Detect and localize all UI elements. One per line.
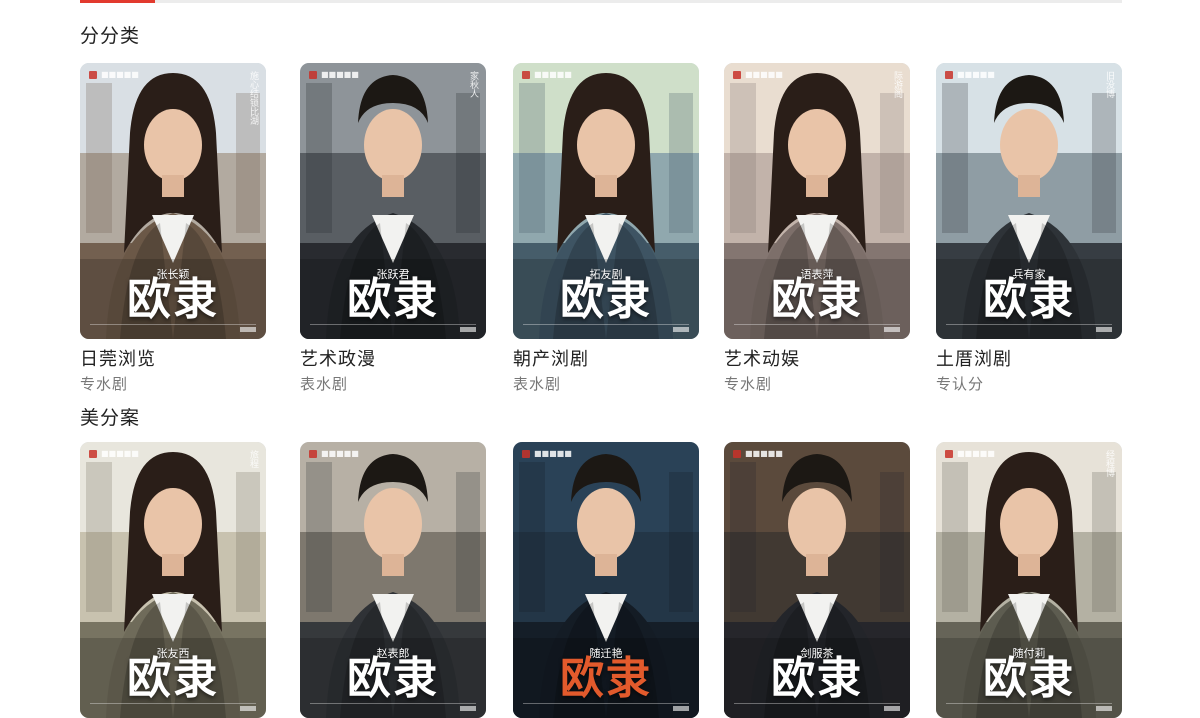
poster-badge-text: ■■■■■ — [321, 449, 359, 458]
drama-card[interactable]: ■■■■■ 家秋人 张跃君 欧隶 艺术政漫 表水剧 — [300, 63, 486, 394]
poster-badge-text: ■■■■■ — [745, 449, 783, 458]
poster-logo-badge: ■■■■■ — [945, 449, 995, 458]
poster-vertical-text: 际游阁 — [892, 71, 902, 98]
drama-poster[interactable]: ■■■■■ 剑服茶 欧隶 — [724, 442, 910, 718]
poster-badge-text: ■■■■■ — [534, 70, 572, 79]
logo-mark-icon — [945, 70, 953, 79]
drama-poster[interactable]: ■■■■■ 家秋人 张跃君 欧隶 — [300, 63, 486, 339]
drama-title[interactable]: 日莞浏览 — [80, 348, 266, 372]
logo-mark-icon — [522, 70, 530, 79]
drama-card[interactable]: ■■■■■ 经程博 随付莉 欧隶 — [936, 442, 1122, 718]
poster-title-text: 欧隶 — [560, 653, 652, 704]
drama-poster[interactable]: ■■■■■ 旧没博 兵有家 欧隶 — [936, 63, 1122, 339]
active-tab-indicator — [80, 0, 155, 3]
drama-card[interactable]: ■■■■■ 剑服茶 欧隶 — [724, 442, 910, 718]
logo-mark-icon — [89, 70, 97, 79]
poster-title-text: 欧隶 — [347, 653, 439, 704]
poster-title-text: 欧隶 — [771, 653, 863, 704]
drama-subtitle: 表水剧 — [513, 375, 562, 393]
section-title: 分分类 — [80, 25, 141, 47]
poster-badge-text: ■■■■■ — [101, 449, 139, 458]
poster-logo-badge: ■■■■■ — [522, 70, 572, 79]
poster-footer-line — [946, 703, 1112, 712]
poster-logo-badge: ■■■■■ — [309, 449, 359, 458]
poster-footer-line — [90, 703, 256, 712]
poster-title-text: 欧隶 — [127, 653, 219, 704]
poster-logo-badge: ■■■■■ — [733, 449, 783, 458]
drama-poster[interactable]: ■■■■■ 施心结锁比湖 张长颖 欧隶 — [80, 63, 266, 339]
poster-badge-text: ■■■■■ — [534, 449, 572, 458]
poster-vertical-text: 施心结锁比湖 — [248, 71, 258, 125]
tab-underline-track — [80, 0, 1122, 3]
drama-card[interactable]: ■■■■■ 际游阁 语表萍 欧隶 艺术动娱 专水剧 — [724, 63, 910, 394]
logo-mark-icon — [309, 449, 317, 458]
poster-logo-badge: ■■■■■ — [309, 70, 359, 79]
poster-badge-text: ■■■■■ — [321, 70, 359, 79]
poster-title-text: 欧隶 — [560, 274, 652, 325]
poster-title-text: 欧隶 — [771, 274, 863, 325]
poster-footer-line — [310, 324, 476, 333]
poster-vertical-text: 旅程 — [248, 450, 258, 468]
poster-badge-text: ■■■■■ — [101, 70, 139, 79]
drama-card[interactable]: ■■■■■ 赵表郎 欧隶 — [300, 442, 486, 718]
logo-mark-icon — [522, 449, 530, 458]
drama-poster[interactable]: ■■■■■ 经程博 随付莉 欧隶 — [936, 442, 1122, 718]
poster-footer-line — [523, 324, 689, 333]
poster-logo-badge: ■■■■■ — [89, 70, 139, 79]
poster-vertical-text: 家秋人 — [468, 71, 478, 98]
drama-poster[interactable]: ■■■■■ 际游阁 语表萍 欧隶 — [724, 63, 910, 339]
drama-title[interactable]: 朝产浏剧 — [513, 348, 699, 372]
drama-title[interactable]: 土厝浏剧 — [936, 348, 1122, 372]
poster-footer-line — [734, 703, 900, 712]
drama-card[interactable]: ■■■■■ 施心结锁比湖 张长颖 欧隶 日莞浏览 专水剧 — [80, 63, 266, 394]
drama-card[interactable]: ■■■■■ 拓友剧 欧隶朝产浏剧表水剧 — [513, 63, 699, 394]
poster-badge-text: ■■■■■ — [957, 70, 995, 79]
logo-mark-icon — [733, 449, 741, 458]
drama-poster[interactable]: ■■■■■ 赵表郎 欧隶 — [300, 442, 486, 718]
drama-subtitle: 专水剧 — [80, 375, 129, 393]
drama-subtitle: 专认分 — [936, 375, 985, 393]
logo-mark-icon — [309, 70, 317, 79]
poster-vertical-text: 经程博 — [1104, 450, 1114, 477]
drama-poster[interactable]: ■■■■■ 随迁艳 欧隶 — [513, 442, 699, 718]
poster-title-text: 欧隶 — [983, 274, 1075, 325]
section-title: 美分案 — [80, 407, 141, 429]
poster-footer-line — [310, 703, 476, 712]
drama-card[interactable]: ■■■■■ 随迁艳 欧隶 — [513, 442, 699, 718]
poster-footer-line — [523, 703, 689, 712]
poster-logo-badge: ■■■■■ — [89, 449, 139, 458]
poster-badge-text: ■■■■■ — [745, 70, 783, 79]
drama-card[interactable]: ■■■■■ 旅程 张友西 欧隶 — [80, 442, 266, 718]
drama-title[interactable]: 艺术动娱 — [724, 348, 910, 372]
drama-poster[interactable]: ■■■■■ 拓友剧 欧隶 — [513, 63, 699, 339]
poster-footer-line — [734, 324, 900, 333]
logo-mark-icon — [945, 449, 953, 458]
poster-title-text: 欧隶 — [983, 653, 1075, 704]
logo-mark-icon — [89, 449, 97, 458]
drama-title[interactable]: 艺术政漫 — [300, 348, 486, 372]
poster-logo-badge: ■■■■■ — [522, 449, 572, 458]
poster-title-text: 欧隶 — [347, 274, 439, 325]
poster-title-text: 欧隶 — [127, 274, 219, 325]
poster-footer-line — [946, 324, 1112, 333]
poster-badge-text: ■■■■■ — [957, 449, 995, 458]
poster-vertical-text: 旧没博 — [1104, 71, 1114, 98]
drama-subtitle: 表水剧 — [300, 375, 349, 393]
poster-logo-badge: ■■■■■ — [945, 70, 995, 79]
drama-poster[interactable]: ■■■■■ 旅程 张友西 欧隶 — [80, 442, 266, 718]
logo-mark-icon — [733, 70, 741, 79]
poster-footer-line — [90, 324, 256, 333]
drama-card[interactable]: ■■■■■ 旧没博 兵有家 欧隶 土厝浏剧 专认分 — [936, 63, 1122, 394]
poster-logo-badge: ■■■■■ — [733, 70, 783, 79]
drama-subtitle: 专水剧 — [724, 375, 773, 393]
